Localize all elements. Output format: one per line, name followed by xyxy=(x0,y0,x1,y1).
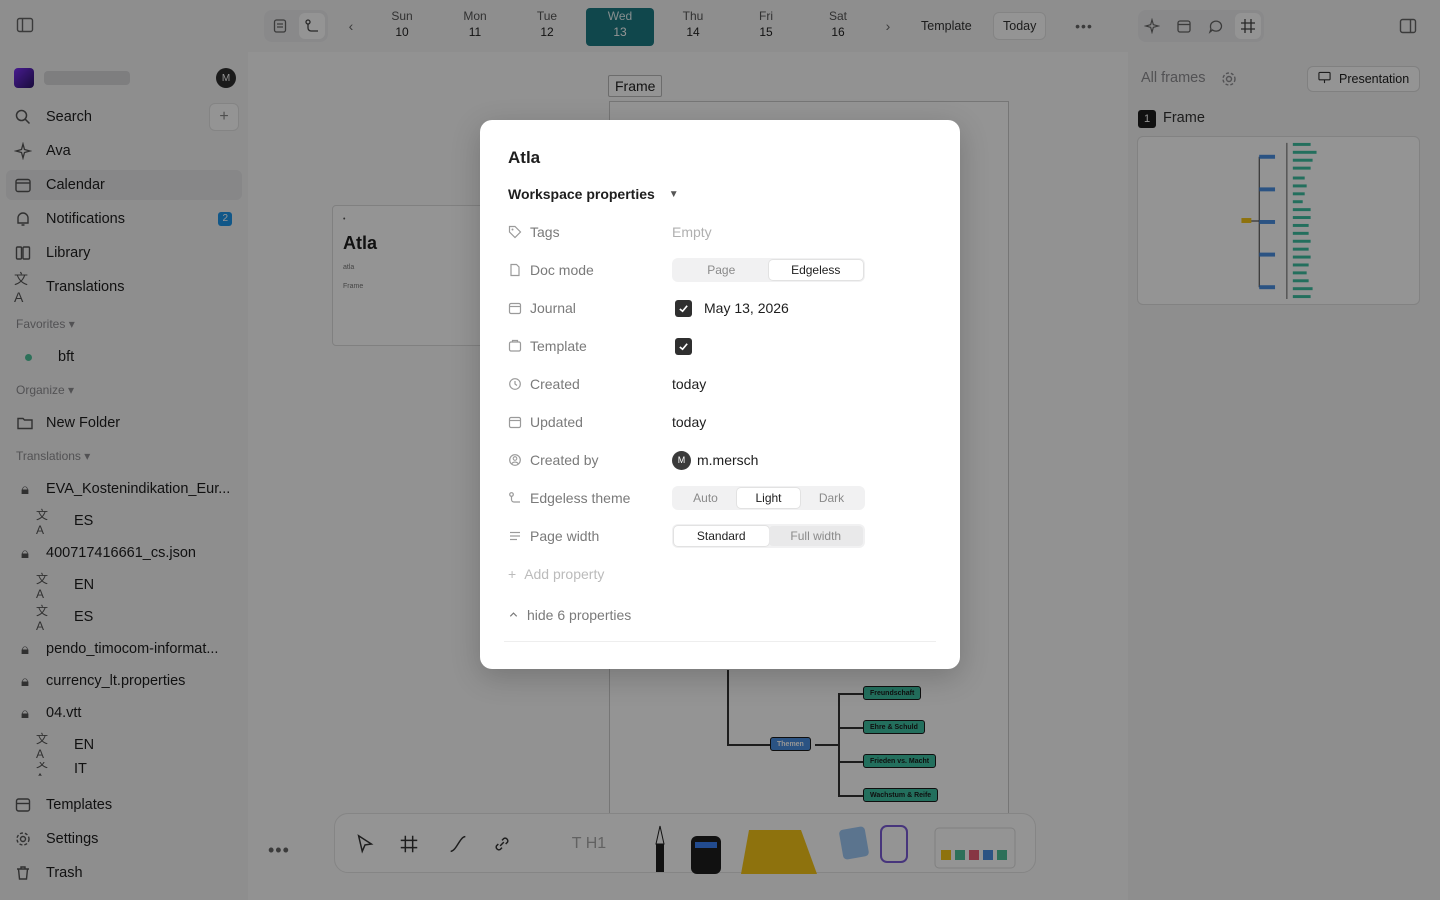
property-label: Journal xyxy=(530,300,576,316)
property-label: Template xyxy=(530,338,587,354)
doc-mode-option-page[interactable]: Page xyxy=(674,260,769,280)
journal-date[interactable]: May 13, 2026 xyxy=(704,300,789,316)
page-width-option-full[interactable]: Full width xyxy=(768,526,863,546)
file-icon xyxy=(508,263,522,277)
calendar-icon xyxy=(508,415,522,429)
divider xyxy=(504,641,936,642)
updated-value: today xyxy=(672,414,707,430)
theme-option-auto[interactable]: Auto xyxy=(674,488,737,508)
tags-value[interactable]: Empty xyxy=(672,224,712,240)
property-row-journal: Journal May 13, 2026 xyxy=(508,293,932,323)
property-row-doc-mode: Doc mode Page Edgeless xyxy=(508,255,932,285)
property-label: Tags xyxy=(530,224,560,240)
property-label: Created by xyxy=(530,452,599,468)
tag-icon xyxy=(508,225,522,239)
page-width-segmented-control: Standard Full width xyxy=(672,524,865,548)
history-icon xyxy=(508,377,522,391)
caret-down-icon: ▼ xyxy=(668,188,679,200)
template-icon xyxy=(508,339,522,353)
edgeless-icon xyxy=(508,491,522,505)
property-row-created-by: Created by M m.mersch xyxy=(508,445,932,475)
theme-option-dark[interactable]: Dark xyxy=(800,488,863,508)
property-row-edgeless-theme: Edgeless theme Auto Light Dark xyxy=(508,483,932,513)
chevron-up-icon xyxy=(508,607,519,623)
doc-info-modal: Atla Workspace properties ▼ Tags Empty D… xyxy=(480,120,960,669)
property-label: Updated xyxy=(530,414,583,430)
creator-avatar: M xyxy=(672,450,691,470)
theme-option-light[interactable]: Light xyxy=(737,488,800,508)
creator-name: m.mersch xyxy=(697,452,759,468)
page-width-option-standard[interactable]: Standard xyxy=(674,526,769,546)
created-value: today xyxy=(672,376,707,392)
edgeless-theme-segmented-control: Auto Light Dark xyxy=(672,486,865,510)
workspace-properties-toggle[interactable]: Workspace properties ▼ xyxy=(508,186,679,202)
property-label: Created xyxy=(530,376,580,392)
user-circle-icon xyxy=(508,453,522,467)
property-row-template: Template xyxy=(508,331,932,361)
plus-icon: + xyxy=(508,566,517,582)
property-row-tags: Tags Empty xyxy=(508,217,932,247)
calendar-icon xyxy=(508,301,522,315)
add-property-button[interactable]: + Add property xyxy=(508,566,604,582)
property-label: Edgeless theme xyxy=(530,490,631,506)
property-label: Page width xyxy=(530,528,600,544)
template-checkbox[interactable] xyxy=(675,337,692,355)
journal-checkbox[interactable] xyxy=(675,299,692,317)
property-label: Doc mode xyxy=(530,262,594,278)
doc-mode-segmented-control: Page Edgeless xyxy=(672,258,865,282)
property-row-updated: Updated today xyxy=(508,407,932,437)
property-row-page-width: Page width Standard Full width xyxy=(508,521,932,551)
lines-icon xyxy=(508,529,522,543)
hide-properties-toggle[interactable]: hide 6 properties xyxy=(508,607,631,623)
modal-title: Atla xyxy=(508,148,541,167)
property-row-created: Created today xyxy=(508,369,932,399)
doc-mode-option-edgeless[interactable]: Edgeless xyxy=(768,260,863,280)
